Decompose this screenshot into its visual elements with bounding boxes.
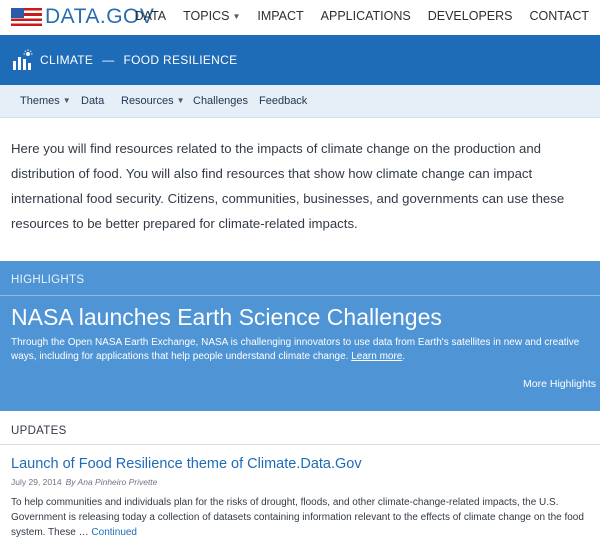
nav-applications[interactable]: APPLICATIONS <box>321 9 411 23</box>
intro-paragraph: Here you will find resources related to … <box>11 141 565 231</box>
update-meta: July 29, 2014 By Ana Pinheiro Privette <box>11 477 157 487</box>
bar-chart-sparkle-icon <box>13 49 33 70</box>
update-body: To help communities and individuals plan… <box>11 497 584 538</box>
nav-topics[interactable]: TOPICS ▼ <box>183 9 240 23</box>
main-nav: DATA TOPICS ▼ IMPACT APPLICATIONS DEVELOP… <box>118 9 589 23</box>
breadcrumb-category[interactable]: CLIMATE <box>40 53 93 67</box>
continued-link[interactable]: Continued <box>91 527 137 538</box>
subnav-data[interactable]: Data <box>81 95 104 107</box>
subnav-feedback[interactable]: Feedback <box>259 95 307 107</box>
nav-contact[interactable]: CONTACT <box>530 9 590 23</box>
highlights-heading: HIGHLIGHTS <box>11 274 85 286</box>
more-highlights-link[interactable]: More Highlights <box>523 378 596 390</box>
breadcrumb: CLIMATE — FOOD RESILIENCE <box>40 53 237 67</box>
update-date: July 29, 2014 <box>11 477 62 487</box>
breadcrumb-separator: — <box>102 53 115 67</box>
us-flag-icon <box>11 8 42 26</box>
divider <box>0 295 600 296</box>
chevron-down-icon: ▼ <box>176 96 185 105</box>
learn-more-link[interactable]: Learn more <box>351 351 402 362</box>
chevron-down-icon: ▼ <box>232 12 241 21</box>
nav-developers[interactable]: DEVELOPERS <box>428 9 513 23</box>
subnav-resources[interactable]: Resources ▼ <box>121 95 185 107</box>
highlight-body: Through the Open NASA Earth Exchange, NA… <box>11 337 580 362</box>
topic-header: CLIMATE — FOOD RESILIENCE <box>0 35 600 85</box>
nav-data[interactable]: DATA <box>135 9 166 23</box>
subnav-challenges[interactable]: Challenges <box>193 95 248 107</box>
top-navbar: DATA.GOV DATA TOPICS ▼ IMPACT APPLICATION… <box>0 0 600 35</box>
topic-subnav: Themes ▼ Data Resources ▼ Challenges Feedb… <box>0 85 600 118</box>
update-author: By Ana Pinheiro Privette <box>65 477 158 487</box>
divider <box>0 444 600 445</box>
subnav-themes[interactable]: Themes ▼ <box>20 95 71 107</box>
update-title-link[interactable]: Launch of Food Resilience theme of Clima… <box>11 456 362 472</box>
breadcrumb-topic[interactable]: FOOD RESILIENCE <box>124 53 238 67</box>
nav-impact[interactable]: IMPACT <box>257 9 303 23</box>
highlights-section: HIGHLIGHTS NASA launches Earth Science C… <box>0 261 600 411</box>
highlight-title[interactable]: NASA launches Earth Science Challenges <box>11 304 442 331</box>
updates-heading: UPDATES <box>11 425 67 437</box>
chevron-down-icon: ▼ <box>62 96 71 105</box>
